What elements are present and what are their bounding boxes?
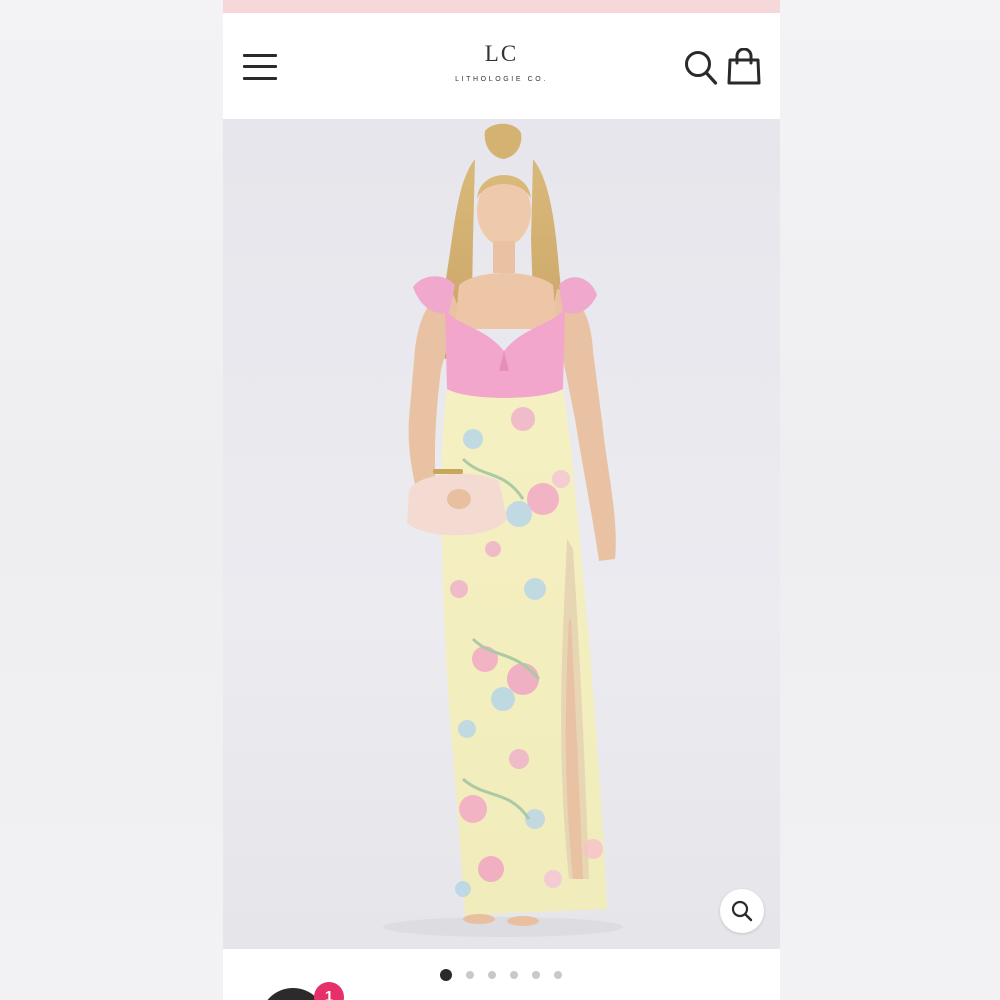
product-photo[interactable] bbox=[223, 119, 780, 949]
magnifier-zoom-icon[interactable] bbox=[720, 889, 764, 933]
search-icon[interactable] bbox=[684, 50, 718, 86]
hamburger-menu-icon[interactable] bbox=[243, 53, 279, 81]
carousel-dot-2[interactable] bbox=[466, 971, 474, 979]
carousel-dot-1[interactable] bbox=[440, 969, 452, 981]
logo-text: LITHOLOGIE CO. bbox=[455, 76, 548, 83]
background-right bbox=[780, 0, 1000, 1000]
background-left bbox=[0, 0, 223, 1000]
promo-bar bbox=[223, 0, 780, 13]
brand-logo[interactable]: LC LITHOLOGIE CO. bbox=[423, 41, 580, 83]
mobile-page: LC LITHOLOGIE CO. 1 bbox=[223, 0, 780, 1000]
carousel-dot-3[interactable] bbox=[488, 971, 496, 979]
logo-mark: LC bbox=[484, 41, 519, 66]
shopping-bag-icon[interactable] bbox=[726, 47, 762, 86]
carousel-dot-6[interactable] bbox=[554, 971, 562, 979]
carousel-dot-4[interactable] bbox=[510, 971, 518, 979]
chat-notification-badge: 1 bbox=[314, 982, 344, 1000]
carousel-pagination bbox=[223, 968, 780, 982]
site-header: LC LITHOLOGIE CO. bbox=[223, 13, 780, 119]
carousel-dot-5[interactable] bbox=[532, 971, 540, 979]
